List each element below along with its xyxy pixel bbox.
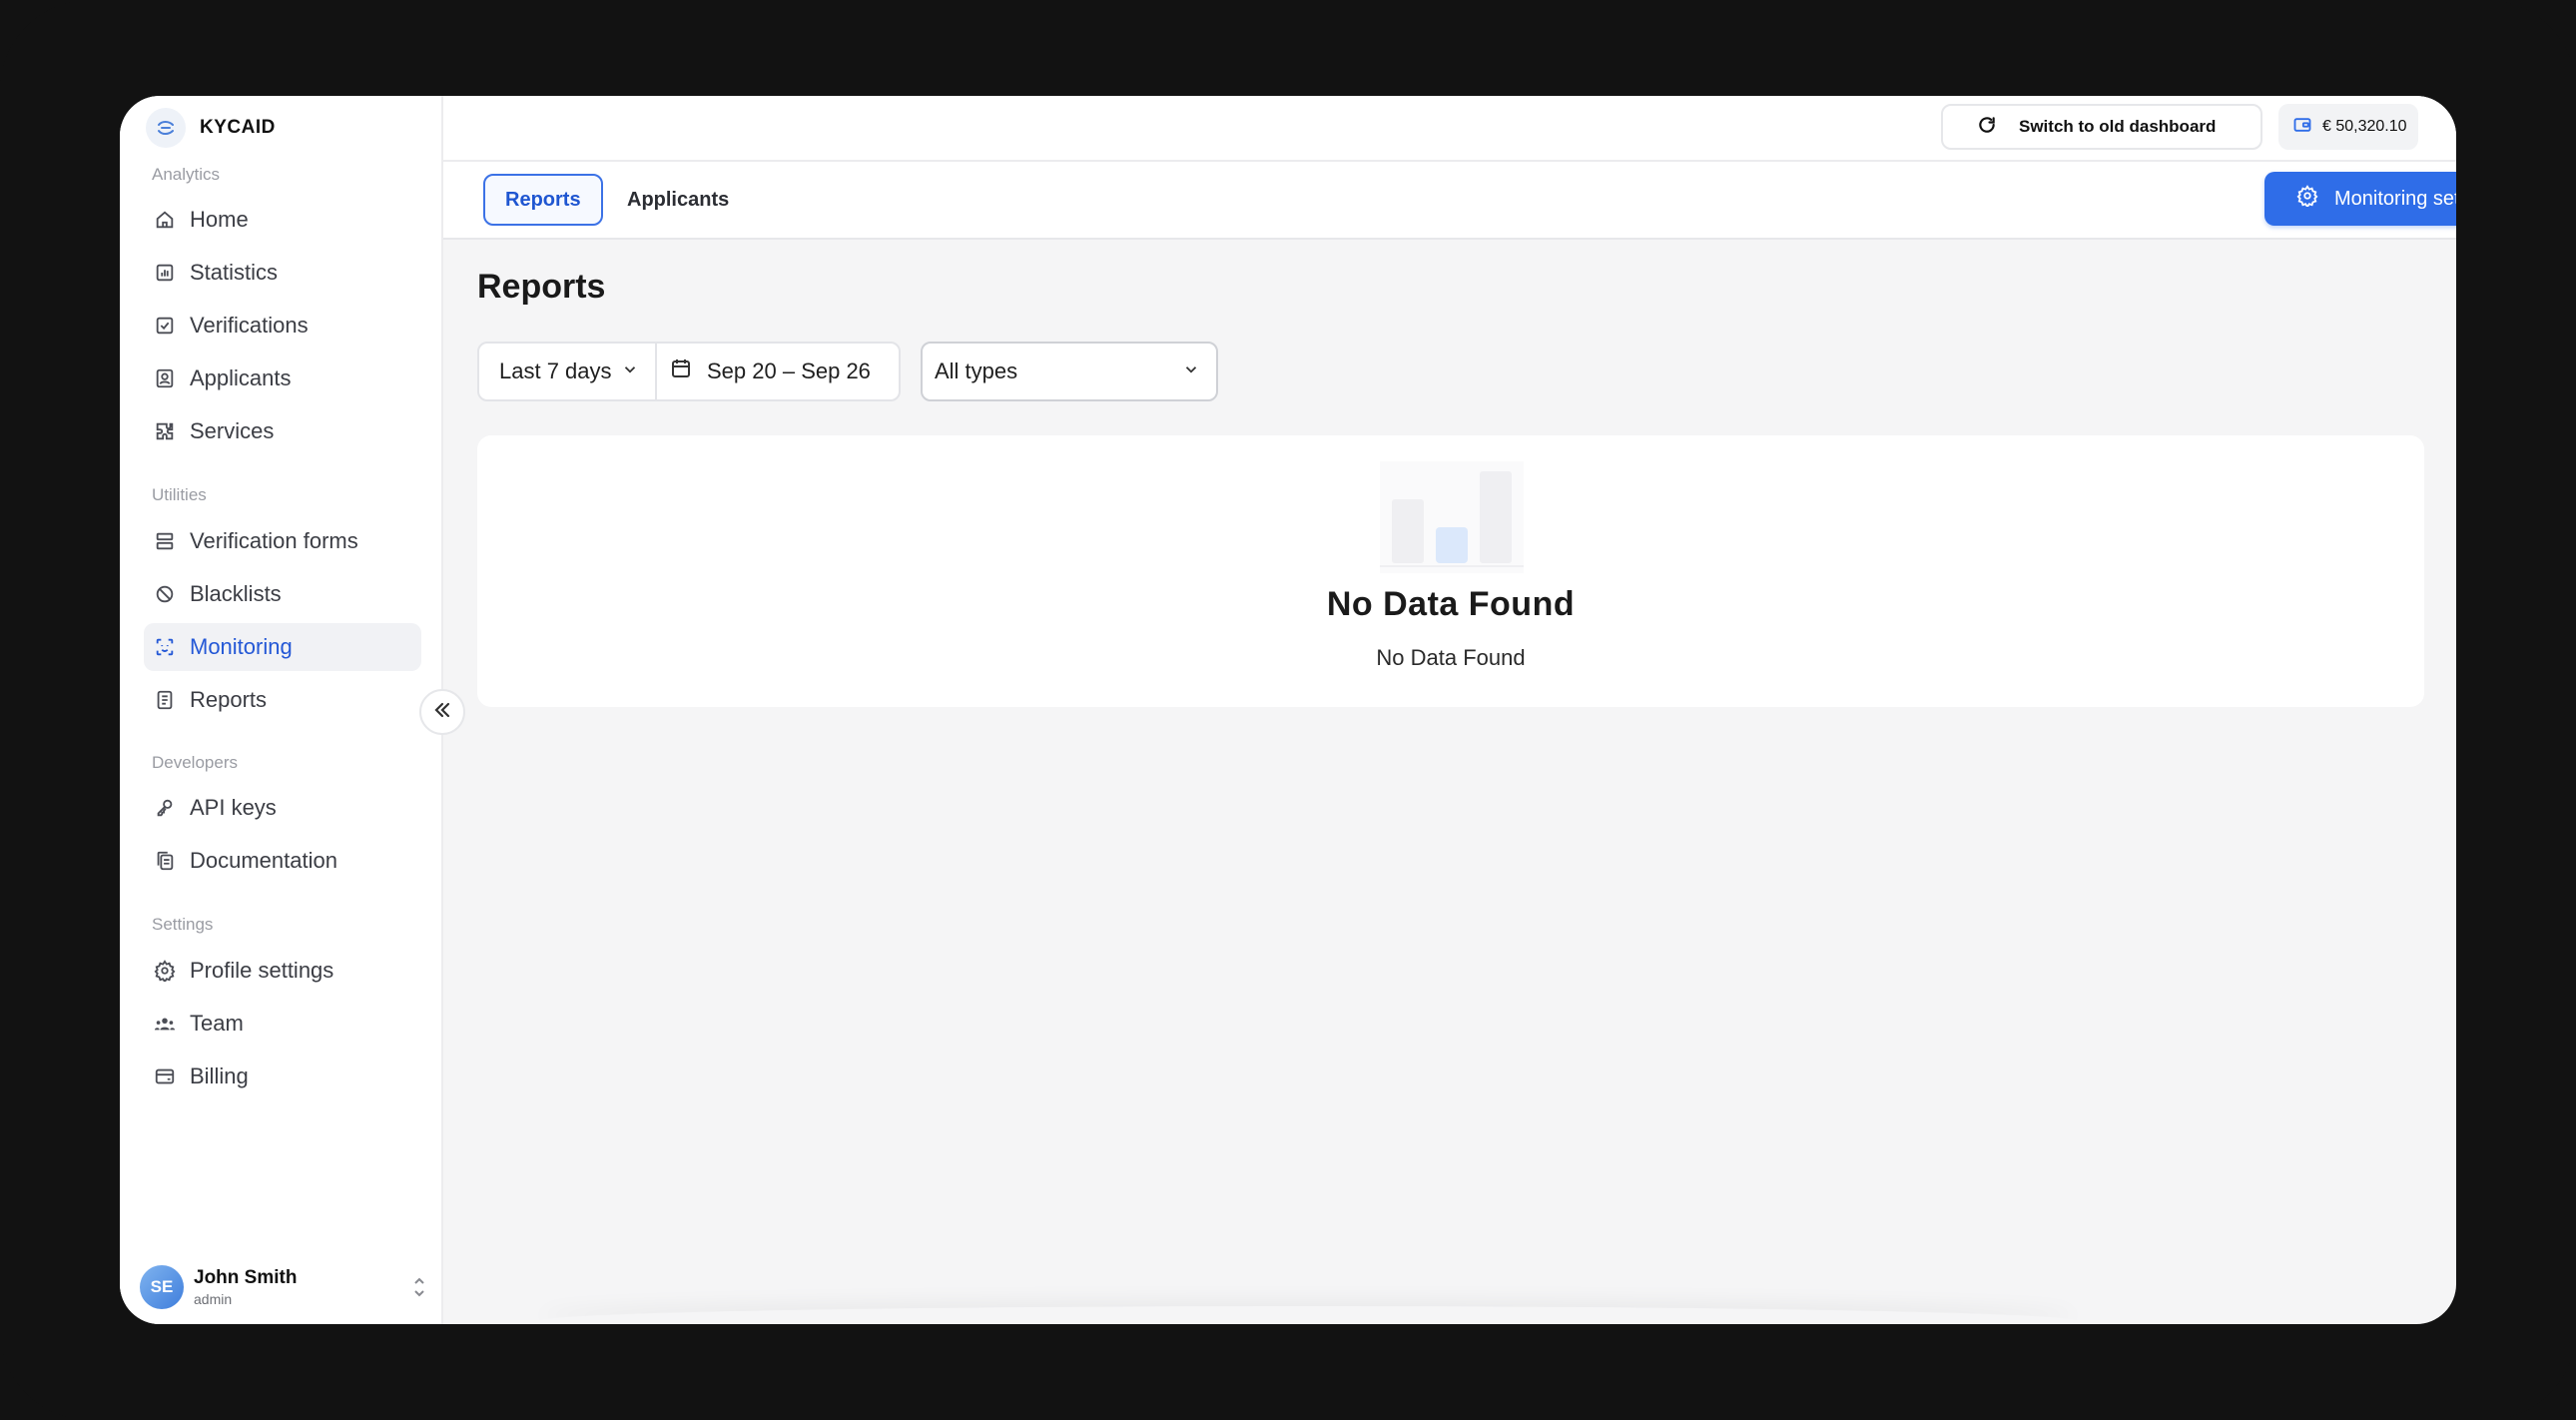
sidebar-item-home[interactable]: Home <box>144 196 421 244</box>
sidebar-item-label: Applicants <box>190 365 292 390</box>
verifications-icon <box>154 315 176 337</box>
tab-applicants[interactable]: Applicants <box>607 174 749 226</box>
sidebar: KYCAID Analytics Home Statistics Verific… <box>120 96 443 1324</box>
sidebar-item-team[interactable]: Team <box>144 1000 421 1048</box>
page-title: Reports <box>477 268 606 306</box>
sidebar-item-label: Profile settings <box>190 958 334 983</box>
documentation-icon <box>154 850 176 872</box>
sidebar-item-verification-forms[interactable]: Verification forms <box>144 517 421 565</box>
sidebar-item-label: API keys <box>190 795 277 820</box>
empty-state-title: No Data Found <box>1326 585 1576 623</box>
empty-state-subtitle: No Data Found <box>1376 645 1526 670</box>
sidebar-item-label: Blacklists <box>190 581 282 606</box>
reports-icon <box>154 689 176 711</box>
statistics-icon <box>154 262 176 284</box>
user-menu[interactable]: SE John Smith admin <box>140 1262 429 1312</box>
sidebar-item-label: Services <box>190 418 275 443</box>
section-label-utilities: Utilities <box>152 485 207 504</box>
brand: KYCAID <box>146 108 276 148</box>
top-bar: Switch to old dashboard € 50,320.10 <box>443 96 2456 162</box>
balance-display[interactable]: € 50,320.10 <box>2278 104 2418 150</box>
balance-amount: € 50,320.10 <box>2322 118 2407 135</box>
sidebar-item-verifications[interactable]: Verifications <box>144 302 421 350</box>
chevron-up-down-icon[interactable] <box>409 1274 429 1300</box>
type-filter-select[interactable]: All types <box>921 342 1218 401</box>
wallet-icon <box>2292 115 2312 140</box>
switch-dashboard-button[interactable]: Switch to old dashboard <box>1941 104 2262 150</box>
sidebar-item-applicants[interactable]: Applicants <box>144 355 421 402</box>
sidebar-item-billing[interactable]: Billing <box>144 1053 421 1100</box>
sidebar-item-profile-settings[interactable]: Profile settings <box>144 947 421 995</box>
empty-chart-illustration-icon <box>1380 461 1524 573</box>
key-icon <box>154 797 176 819</box>
date-range-picker[interactable]: Sep 20 – Sep 26 <box>657 344 899 399</box>
billing-icon <box>154 1065 176 1087</box>
gear-icon <box>154 960 176 982</box>
section-label-settings: Settings <box>152 915 214 934</box>
collapse-sidebar-button[interactable] <box>419 689 465 735</box>
type-filter-value: All types <box>935 358 1018 383</box>
chevron-down-icon <box>621 358 639 384</box>
user-role: admin <box>194 1291 233 1307</box>
sidebar-item-statistics[interactable]: Statistics <box>144 249 421 297</box>
home-icon <box>154 209 176 231</box>
sidebar-item-label: Team <box>190 1011 244 1036</box>
bottom-shadow <box>539 1306 2077 1324</box>
sidebar-item-documentation[interactable]: Documentation <box>144 837 421 885</box>
monitoring-icon <box>154 636 176 658</box>
sidebar-item-services[interactable]: Services <box>144 407 421 455</box>
date-range-filter: Last 7 days Sep 20 – Sep 26 <box>477 342 901 401</box>
sidebar-item-label: Statistics <box>190 260 279 285</box>
refresh-icon <box>1977 115 1997 140</box>
sidebar-item-reports[interactable]: Reports <box>144 676 421 724</box>
sidebar-item-label: Monitoring <box>190 634 293 659</box>
gear-icon <box>2296 185 2318 213</box>
sidebar-item-api-keys[interactable]: API keys <box>144 784 421 832</box>
tab-reports[interactable]: Reports <box>483 174 603 226</box>
section-label-developers: Developers <box>152 753 238 772</box>
monitoring-settings-button[interactable]: Monitoring settings <box>2264 172 2456 226</box>
sidebar-item-label: Home <box>190 207 249 232</box>
section-label-analytics: Analytics <box>152 165 221 184</box>
kycaid-logo-icon <box>146 108 186 148</box>
calendar-icon <box>669 356 693 386</box>
sidebar-item-label: Verifications <box>190 313 309 338</box>
monitoring-settings-label: Monitoring settings <box>2334 187 2456 210</box>
sidebar-item-blacklists[interactable]: Blacklists <box>144 570 421 618</box>
date-range-value: Sep 20 – Sep 26 <box>707 358 871 383</box>
tab-bar: Reports Applicants Monitoring settings <box>443 162 2456 240</box>
device-frame: KYCAID Analytics Home Statistics Verific… <box>0 0 2576 1420</box>
sidebar-item-label: Billing <box>190 1064 249 1088</box>
sidebar-item-monitoring[interactable]: Monitoring <box>144 623 421 671</box>
services-icon <box>154 420 176 442</box>
blacklist-icon <box>154 583 176 605</box>
chevron-down-icon <box>1182 358 1200 384</box>
sidebar-item-label: Reports <box>190 687 268 712</box>
sidebar-item-label: Verification forms <box>190 528 358 553</box>
app-window: KYCAID Analytics Home Statistics Verific… <box>120 96 2456 1324</box>
avatar: SE <box>140 1265 184 1309</box>
range-preset-select[interactable]: Last 7 days <box>479 344 657 399</box>
team-icon <box>154 1013 176 1035</box>
forms-icon <box>154 530 176 552</box>
range-preset-value: Last 7 days <box>499 358 612 383</box>
switch-dashboard-label: Switch to old dashboard <box>2019 117 2217 136</box>
empty-state-card: No Data Found No Data Found <box>477 435 2424 707</box>
double-chevron-left-icon <box>431 699 453 726</box>
applicants-icon <box>154 367 176 389</box>
brand-name: KYCAID <box>200 117 276 138</box>
sidebar-item-label: Documentation <box>190 848 337 873</box>
user-name: John Smith <box>194 1267 298 1288</box>
